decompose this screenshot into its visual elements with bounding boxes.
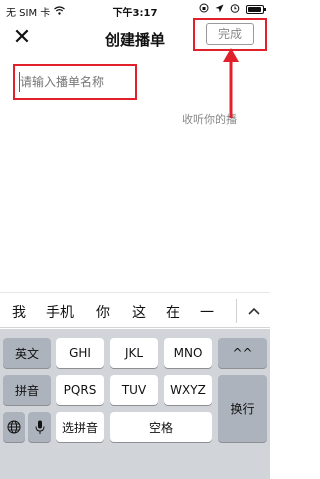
location-arrow-icon bbox=[215, 4, 224, 16]
chevron-up-icon[interactable] bbox=[241, 298, 267, 324]
key-jkl[interactable]: JKL bbox=[110, 338, 158, 368]
candidate-word[interactable]: 一 bbox=[200, 302, 214, 322]
battery-icon bbox=[246, 5, 266, 14]
status-bar: 无 SIM 卡 下午3:17 bbox=[0, 0, 270, 20]
status-right bbox=[199, 3, 266, 16]
key-pinyin[interactable]: 拼音 bbox=[3, 375, 51, 405]
alarm-icon bbox=[230, 3, 240, 16]
keyboard: 英文 GHI JKL MNO ^^ 拼音 PQRS TUV WXYZ 换行 选拼… bbox=[0, 329, 270, 479]
playlist-name-input[interactable] bbox=[20, 72, 128, 92]
key-mno[interactable]: MNO bbox=[164, 338, 212, 368]
candidate-word[interactable]: 这 bbox=[132, 302, 146, 322]
key-emoticon[interactable]: ^^ bbox=[218, 338, 267, 368]
rotation-lock-icon bbox=[199, 3, 209, 16]
key-enter[interactable]: 换行 bbox=[218, 375, 267, 442]
candidate-word[interactable]: 你 bbox=[96, 302, 110, 322]
candidate-word[interactable]: 我 bbox=[12, 302, 26, 322]
key-select-pinyin[interactable]: 选拼音 bbox=[56, 412, 104, 442]
playlist-name-field[interactable] bbox=[13, 64, 137, 100]
key-ghi[interactable]: GHI bbox=[56, 338, 104, 368]
key-space[interactable]: 空格 bbox=[110, 412, 212, 442]
key-english[interactable]: 英文 bbox=[3, 338, 51, 368]
hint-text: 收听你的播 bbox=[182, 113, 237, 126]
key-pqrs[interactable]: PQRS bbox=[56, 375, 104, 405]
candidate-word[interactable]: 手机 bbox=[46, 302, 74, 322]
candidate-word[interactable]: 在 bbox=[166, 302, 180, 322]
battery-level bbox=[248, 7, 261, 12]
microphone-icon[interactable] bbox=[28, 412, 51, 442]
candidate-bar: 我 手机 你 这 在 一 bbox=[0, 292, 270, 328]
candidate-divider bbox=[236, 299, 237, 323]
text-cursor bbox=[19, 72, 20, 92]
done-highlight-box bbox=[193, 18, 267, 51]
key-tuv[interactable]: TUV bbox=[110, 375, 158, 405]
globe-icon[interactable] bbox=[3, 412, 25, 442]
key-wxyz[interactable]: WXYZ bbox=[164, 375, 212, 405]
